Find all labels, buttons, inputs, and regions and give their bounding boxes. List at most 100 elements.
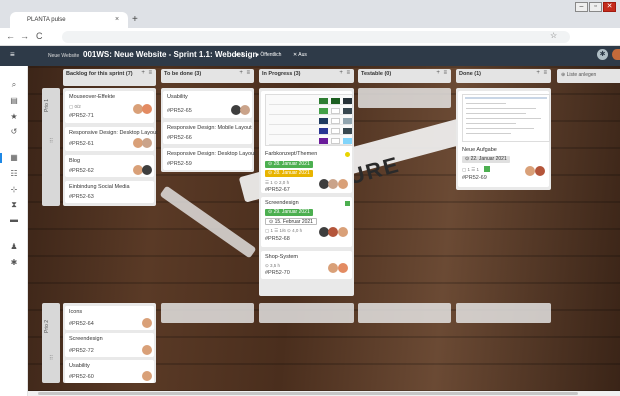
column-todo-prio1: Usability #PR52-65 Responsive Design: Mo…	[161, 88, 256, 172]
column-header-todo[interactable]: To be done (3) + ≡	[161, 69, 254, 83]
card-id: #PR52-67	[265, 187, 290, 193]
card[interactable]: Blog #PR52-62	[65, 155, 154, 177]
card-id: #PR52-60	[69, 374, 94, 380]
board-title: 001WS: Neue Website - Sprint 1.1: Webdes…	[83, 50, 258, 59]
due-date-badge: ⊙ 15. Februar 2021	[265, 218, 317, 225]
reload-icon[interactable]: C	[36, 30, 43, 42]
avatar[interactable]	[240, 105, 250, 115]
avatar[interactable]	[142, 318, 152, 328]
drag-handle-icon[interactable]: ⠿	[49, 138, 53, 145]
card-title: Blog	[69, 158, 81, 164]
visibility-toggle[interactable]: ● Öffentlich	[256, 52, 281, 58]
card[interactable]: Einbindung Social Media #PR52-63	[65, 181, 154, 203]
avatar[interactable]	[525, 166, 535, 176]
scrollbar-thumb[interactable]	[38, 392, 578, 395]
history-icon[interactable]: ↺	[8, 127, 20, 137]
hamburger-menu-icon[interactable]: ≡	[10, 51, 15, 59]
card[interactable]: Screendesign #PR52-72	[65, 333, 154, 357]
user-icon[interactable]: ♟	[8, 242, 20, 252]
card[interactable]: Farbkonzept/Themen ⊙ 28. Januar 2021 ⊙ 2…	[261, 91, 353, 193]
bookmark-star-icon[interactable]: ☆	[550, 31, 557, 40]
column-title: In Progress (3)	[262, 71, 301, 77]
column-actions[interactable]: + ≡	[141, 70, 153, 76]
back-icon[interactable]: ←	[6, 30, 15, 42]
column-actions[interactable]: + ≡	[436, 70, 448, 76]
card[interactable]: Responsive Design: Mobile Layout #PR52-6…	[163, 122, 252, 144]
maximize-button[interactable]: ▫	[589, 2, 602, 12]
hierarchy-icon[interactable]: ⊹	[8, 185, 20, 195]
new-tab-icon[interactable]: +	[132, 15, 138, 25]
card-id: #PR52-66	[167, 135, 192, 141]
card-id: #PR52-62	[69, 168, 94, 174]
card-meta: ▢ 1 ☰ 1	[462, 167, 480, 172]
card[interactable]: Responsive Design: Desktop Layout #PR52-…	[65, 127, 158, 151]
card-title: Screendesign	[69, 336, 103, 342]
filter-toggle[interactable]: ✕ Aus	[293, 52, 307, 58]
avatar[interactable]	[328, 227, 338, 237]
card[interactable]: Shop-System ⊙ 3,5 h #PR52-70	[261, 251, 352, 279]
favorites-count[interactable]: ★ 2	[235, 52, 244, 58]
card[interactable]: Mouseover-Effekte ▢ 0/2 #PR52-71	[65, 91, 154, 123]
swimlane-prio-1[interactable]: Prio 1 ⠿	[42, 88, 60, 206]
tab-close-icon[interactable]: ×	[115, 16, 119, 23]
card[interactable]: Icons #PR52-64	[65, 306, 154, 330]
column-header-testable[interactable]: Testable (0) + ≡	[358, 69, 451, 83]
document-icon[interactable]: ▤	[8, 96, 20, 106]
avatar[interactable]	[142, 371, 152, 381]
card[interactable]: Neue Aufgabe ⊙ 22. Januar 2021 ▢ 1 ☰ 1 #…	[458, 91, 550, 187]
swimlane-prio-2[interactable]: Prio 2 ⠿	[42, 303, 60, 383]
board-icon[interactable]: ▦	[8, 153, 20, 163]
close-window-button[interactable]: ✕	[603, 2, 616, 12]
column-todo-prio2[interactable]	[161, 303, 254, 323]
column-actions[interactable]: + ≡	[339, 70, 351, 76]
column-testable-prio2[interactable]	[358, 303, 451, 323]
column-backlog-prio2: Icons #PR52-64 Screendesign #PR52-72 Usa…	[63, 303, 156, 383]
minimize-button[interactable]: –	[575, 2, 588, 12]
team-icon[interactable]: ☷	[8, 169, 20, 179]
avatar[interactable]	[328, 263, 338, 273]
column-done-prio2[interactable]	[456, 303, 551, 323]
url-input[interactable]	[62, 31, 570, 43]
archive-icon[interactable]: ▬	[8, 215, 20, 225]
avatar[interactable]	[338, 227, 348, 237]
search-icon[interactable]: ⌕	[8, 80, 20, 90]
card-title: Usability	[69, 363, 90, 369]
column-inprogress-prio2[interactable]	[259, 303, 354, 323]
background-ribbon-strip	[159, 185, 257, 259]
drag-handle-icon[interactable]: ⠿	[49, 355, 53, 362]
card-title: Neue Aufgabe	[462, 147, 497, 153]
column-header-inprogress[interactable]: In Progress (3) + ≡	[259, 69, 354, 83]
avatar[interactable]	[142, 345, 152, 355]
start-date-badge: ⊙ 28. Januar 2021	[265, 161, 313, 168]
settings-icon[interactable]: ✱	[8, 258, 20, 268]
card-id: #PR52-71	[69, 113, 94, 119]
forward-icon[interactable]: →	[20, 30, 29, 42]
card[interactable]: Screendesign ⊙ 29. Januar 2021 ⊙ 15. Feb…	[261, 197, 352, 247]
date-badge: ⊙ 22. Januar 2021	[462, 156, 510, 163]
card[interactable]: Usability #PR52-60	[65, 360, 154, 383]
avatar[interactable]	[338, 263, 348, 273]
avatar[interactable]	[142, 138, 152, 148]
column-header-backlog[interactable]: Backlog for this sprint (7) + ≡	[63, 69, 156, 86]
star-icon[interactable]: ★	[8, 112, 20, 122]
column-actions[interactable]: + ≡	[536, 70, 548, 76]
avatar[interactable]	[535, 166, 545, 176]
breadcrumb[interactable]: Neue Website	[48, 53, 79, 59]
card[interactable]: Responsive Design: Desktop Layout #PR52-…	[163, 148, 256, 170]
card[interactable]: Usability #PR52-65	[163, 91, 252, 118]
settings-icon[interactable]: ✱	[597, 49, 608, 60]
column-header-done[interactable]: Done (1) + ≡	[456, 69, 551, 83]
avatar[interactable]	[338, 179, 348, 189]
avatar[interactable]	[142, 165, 152, 175]
avatar[interactable]	[328, 179, 338, 189]
column-testable-prio1[interactable]	[358, 88, 451, 108]
card-title: Farbkonzept/Themen	[265, 151, 318, 157]
hourglass-icon[interactable]: ⧗	[8, 200, 20, 210]
column-actions[interactable]: + ≡	[239, 70, 251, 76]
tab-title: PLANTA pulse	[27, 17, 66, 23]
user-avatar[interactable]	[612, 49, 620, 60]
swimlane-label: Prio 1	[44, 98, 50, 112]
avatar[interactable]	[142, 104, 152, 114]
card-id: #PR52-65	[167, 108, 192, 114]
add-list-button[interactable]: ⊕ Liste anlegen	[557, 69, 620, 83]
